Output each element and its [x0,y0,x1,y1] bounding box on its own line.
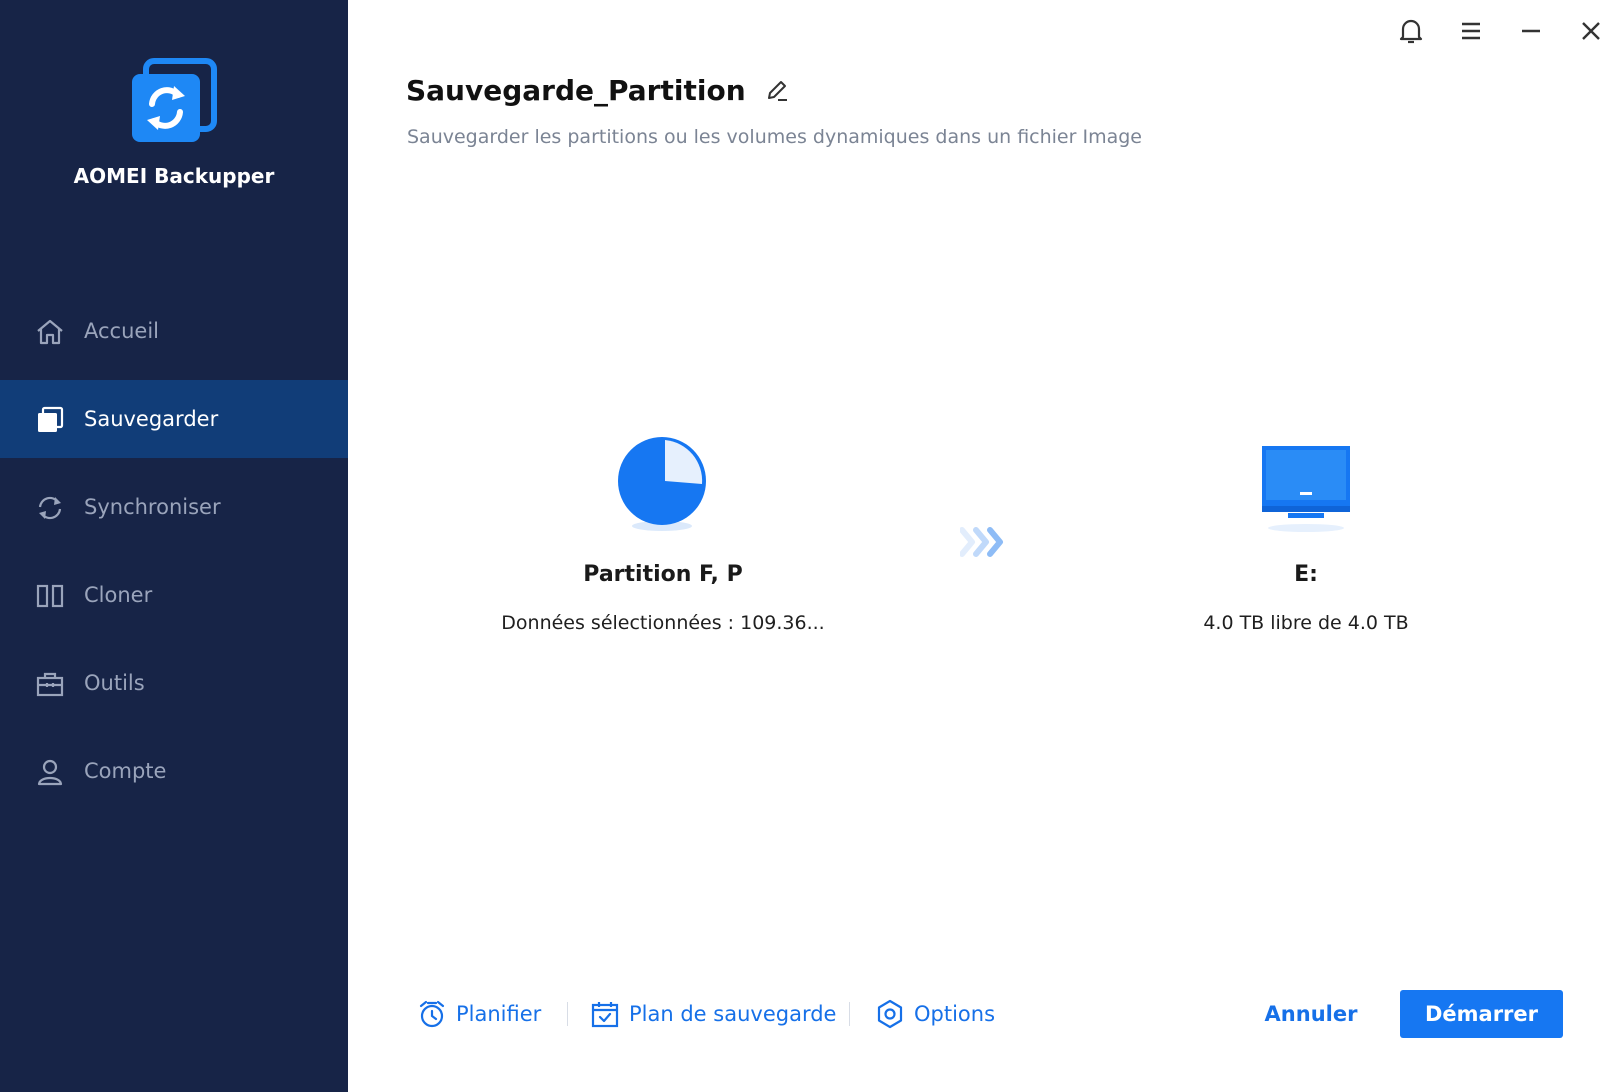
destination-info: 4.0 TB libre de 4.0 TB [1203,612,1409,634]
sidebar-item-label: Synchroniser [84,495,221,519]
user-icon [37,759,63,786]
backup-plan-label: Plan de sauvegarde [629,1002,837,1026]
sidebar-item-synchroniser[interactable]: Synchroniser [0,468,348,546]
schedule-button[interactable]: Planifier [417,996,541,1032]
toolbox-icon [36,672,64,697]
source-name: Partition F, P [583,562,743,587]
sidebar: AOMEI Backupper Accueil Sauvegarder Sync… [0,0,348,1092]
start-button[interactable]: Démarrer [1400,990,1563,1038]
options-gear-icon [877,999,903,1029]
alarm-clock-icon [419,1000,445,1028]
aomei-logo-icon [132,58,217,142]
direction-arrows-icon [960,527,1003,557]
sync-icon [38,496,62,520]
sidebar-item-label: Compte [84,759,167,783]
destination-monitor-icon[interactable] [1256,444,1356,536]
sidebar-item-outils[interactable]: Outils [0,644,348,722]
options-button[interactable]: Options [875,996,995,1032]
menu-icon[interactable] [1454,14,1488,48]
clone-icon [36,584,64,608]
divider [849,1002,850,1026]
backup-plan-button[interactable]: Plan de sauvegarde [590,996,836,1032]
minimize-icon[interactable] [1514,14,1548,48]
sidebar-item-compte[interactable]: Compte [0,732,348,810]
source-info: Données sélectionnées : 109.36... [501,612,825,634]
destination-name: E: [1294,562,1318,587]
divider [567,1002,568,1026]
options-label: Options [914,1002,996,1026]
page-subtitle: Sauvegarder les partitions ou les volume… [407,126,1142,148]
page-title: Sauvegarde_Partition [406,74,746,107]
edit-pencil-icon[interactable] [764,78,790,104]
cancel-button[interactable]: Annuler [1246,990,1376,1038]
sidebar-item-label: Sauvegarder [84,407,219,431]
calendar-check-icon [591,1002,619,1028]
sidebar-item-label: Cloner [84,583,153,607]
schedule-label: Planifier [456,1002,542,1026]
home-icon [37,319,63,345]
sidebar-item-label: Accueil [84,319,159,343]
sidebar-item-cloner[interactable]: Cloner [0,556,348,634]
title-row: Sauvegarde_Partition [406,74,790,107]
bell-icon[interactable] [1394,14,1428,48]
app-name: AOMEI Backupper [73,164,275,188]
partition-pie-icon[interactable] [612,434,712,534]
backup-icon [38,406,64,432]
sidebar-item-accueil[interactable]: Accueil [0,292,348,370]
sidebar-item-label: Outils [84,671,145,695]
sidebar-item-sauvegarder[interactable]: Sauvegarder [0,380,348,458]
close-icon[interactable] [1574,14,1608,48]
